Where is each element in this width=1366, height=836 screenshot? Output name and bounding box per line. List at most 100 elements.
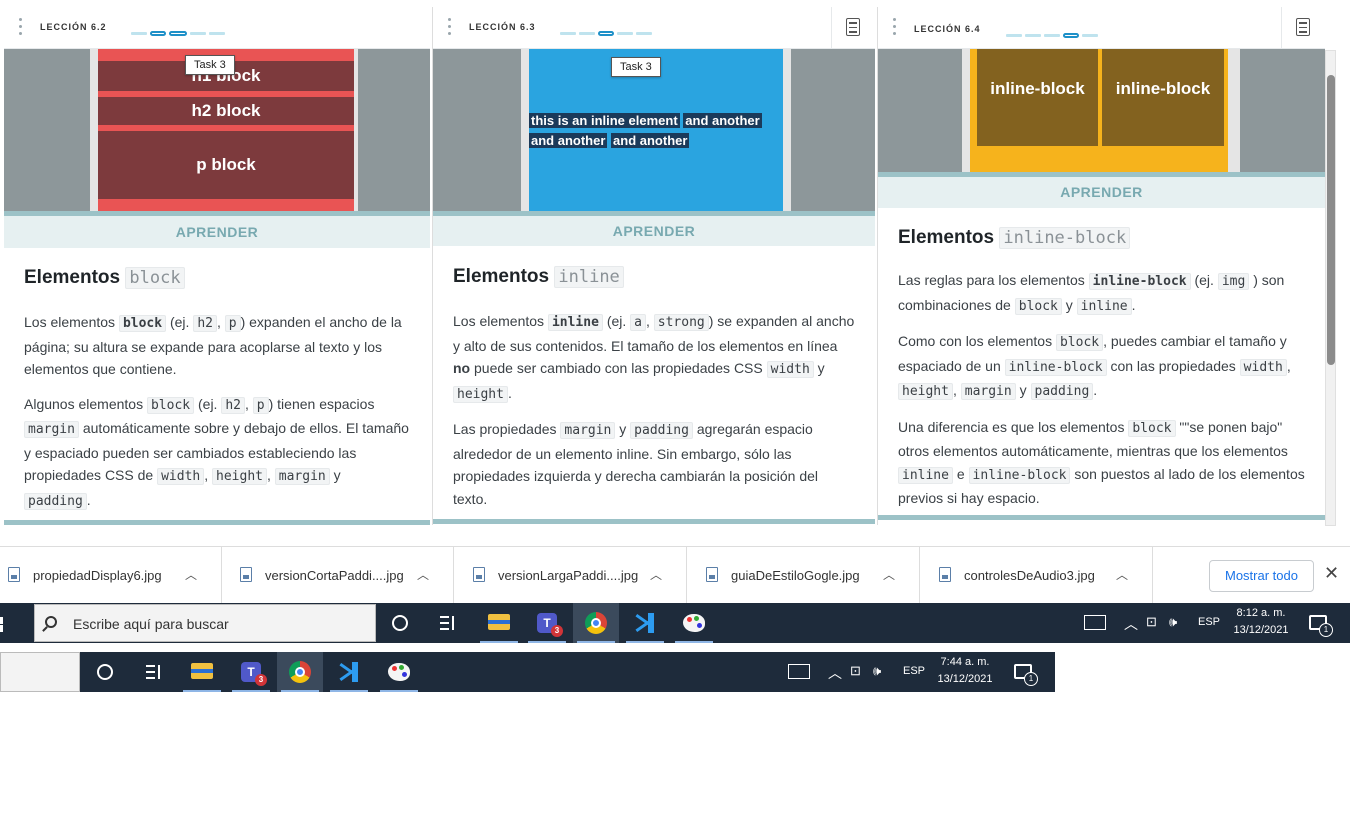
progress-step[interactable] (1025, 34, 1041, 38)
paint-palette-icon (388, 663, 410, 681)
file-explorer-button[interactable] (179, 652, 225, 692)
lesson-panel-6-3: LECCIÓN 6.3 this is an inline element an… (432, 7, 875, 525)
progress-step[interactable] (1006, 34, 1022, 38)
chrome-icon (289, 661, 311, 683)
vscode-button[interactable] (622, 603, 668, 643)
lesson-progress (131, 25, 228, 37)
notifications-icon[interactable]: 1 (1309, 615, 1333, 637)
learn-banner: APRENDER (878, 172, 1325, 208)
download-item[interactable]: controlesDeAudio3.jpg ︿ (931, 547, 1153, 604)
file-icon (8, 567, 20, 582)
cortana-icon (97, 664, 113, 680)
teams-button[interactable]: T3 (228, 652, 274, 692)
teams-button[interactable]: T3 (524, 603, 570, 643)
volume-icon[interactable]: 🕪 (1169, 614, 1177, 630)
windows-start-icon[interactable] (0, 617, 16, 633)
paint-button[interactable] (376, 652, 422, 692)
file-icon (473, 567, 485, 582)
lesson-title: Elementos inline-block (898, 227, 1305, 249)
close-icon[interactable]: ✕ (1324, 563, 1339, 584)
notifications-badge: 1 (1319, 623, 1333, 637)
download-filename: versionLargaPaddi....jpg (498, 568, 639, 583)
volume-icon[interactable]: 🕪 (873, 663, 881, 679)
chrome-button[interactable] (277, 652, 323, 692)
lesson-title: Elementos inline (453, 266, 855, 288)
drag-handle-icon[interactable] (447, 18, 453, 38)
download-filename: propiedadDisplay6.jpg (33, 568, 162, 583)
notes-button[interactable] (831, 7, 875, 49)
progress-step[interactable] (1044, 34, 1060, 38)
progress-step[interactable] (579, 32, 595, 36)
network-icon[interactable]: ⊡ (850, 663, 861, 679)
progress-step[interactable] (209, 32, 225, 36)
file-explorer-button[interactable] (476, 603, 522, 643)
teams-badge: 3 (255, 674, 267, 686)
download-item[interactable]: propiedadDisplay6.jpg ︿ (0, 547, 222, 604)
news-icon[interactable] (1084, 615, 1106, 630)
panel-bottom-bar (878, 515, 1325, 520)
chevron-up-icon[interactable]: ︿ (417, 566, 429, 583)
download-item[interactable]: versionLargaPaddi....jpg ︿ (465, 547, 687, 604)
progress-step[interactable] (131, 32, 147, 36)
chevron-up-icon[interactable]: ︿ (650, 566, 662, 583)
teams-icon: T3 (537, 613, 563, 637)
lesson-content: Elementos block Los elementos block (ej.… (4, 267, 430, 525)
search-input[interactable]: Escribe aquí para buscar (73, 616, 229, 632)
paragraph: Una diferencia es que los elementos bloc… (898, 418, 1305, 506)
lesson-label: LECCIÓN 6.2 (40, 22, 107, 32)
drag-handle-icon[interactable] (892, 18, 898, 38)
show-all-button[interactable]: Mostrar todo (1209, 560, 1314, 592)
paint-button[interactable] (671, 603, 717, 643)
taskbar-clock[interactable]: 7:44 a. m. 13/12/2021 (930, 654, 1000, 688)
chevron-up-icon[interactable]: ︿ (1124, 614, 1138, 634)
download-item[interactable]: guiaDeEstiloGogle.jpg ︿ (698, 547, 920, 604)
taskbar-clock[interactable]: 8:12 a. m. 13/12/2021 (1226, 605, 1296, 639)
lesson-title: Elementos block (24, 267, 410, 289)
scrollbar-thumb[interactable] (1327, 75, 1335, 365)
task-view-button[interactable] (130, 652, 176, 692)
download-item[interactable]: versionCortaPaddi....jpg ︿ (232, 547, 454, 604)
task-tooltip: Task 3 (611, 57, 661, 77)
progress-step-active[interactable] (169, 31, 187, 37)
progress-step-active[interactable] (1063, 33, 1079, 39)
progress-step[interactable] (190, 32, 206, 36)
chrome-button[interactable] (573, 603, 619, 643)
chevron-up-icon[interactable]: ︿ (1116, 566, 1128, 583)
progress-step-active[interactable] (150, 31, 166, 37)
language-indicator[interactable]: ESP (1198, 616, 1220, 628)
language-indicator[interactable]: ESP (903, 665, 925, 677)
notifications-icon[interactable]: 1 (1014, 664, 1038, 686)
taskbar-search[interactable]: Escribe aquí para buscar (34, 604, 376, 642)
task-view-button[interactable] (424, 603, 470, 643)
chevron-up-icon[interactable]: ︿ (828, 663, 842, 683)
chevron-up-icon[interactable]: ︿ (883, 566, 895, 583)
clock-time: 7:44 a. m. (940, 656, 990, 668)
vscode-icon (339, 662, 359, 682)
file-icon (240, 567, 252, 582)
network-icon[interactable]: ⊡ (1146, 614, 1157, 630)
paint-palette-icon (683, 614, 705, 632)
progress-step-active[interactable] (598, 31, 614, 37)
taskbar-search-edge[interactable] (0, 652, 80, 692)
progress-step[interactable] (560, 32, 576, 36)
teams-badge: 3 (551, 625, 563, 637)
cortana-button[interactable] (82, 652, 128, 692)
lesson-progress (1006, 27, 1101, 39)
progress-step[interactable] (617, 32, 633, 36)
chevron-up-icon[interactable]: ︿ (185, 566, 197, 583)
news-icon[interactable] (788, 664, 810, 679)
paragraph: Las propiedades margin y padding agregar… (453, 421, 819, 507)
download-filename: versionCortaPaddi....jpg (265, 568, 404, 583)
chrome-icon (585, 612, 607, 634)
drag-handle-icon[interactable] (18, 18, 24, 38)
task-view-icon (146, 665, 162, 679)
progress-step[interactable] (1082, 34, 1098, 38)
page-scrollbar[interactable] (1325, 50, 1336, 526)
notes-button[interactable] (1281, 7, 1325, 49)
lesson-label: LECCIÓN 6.4 (914, 24, 981, 34)
clock-date: 13/12/2021 (1233, 624, 1289, 636)
progress-step[interactable] (636, 32, 652, 36)
cortana-icon (392, 615, 408, 631)
cortana-button[interactable] (377, 603, 423, 643)
vscode-button[interactable] (326, 652, 372, 692)
